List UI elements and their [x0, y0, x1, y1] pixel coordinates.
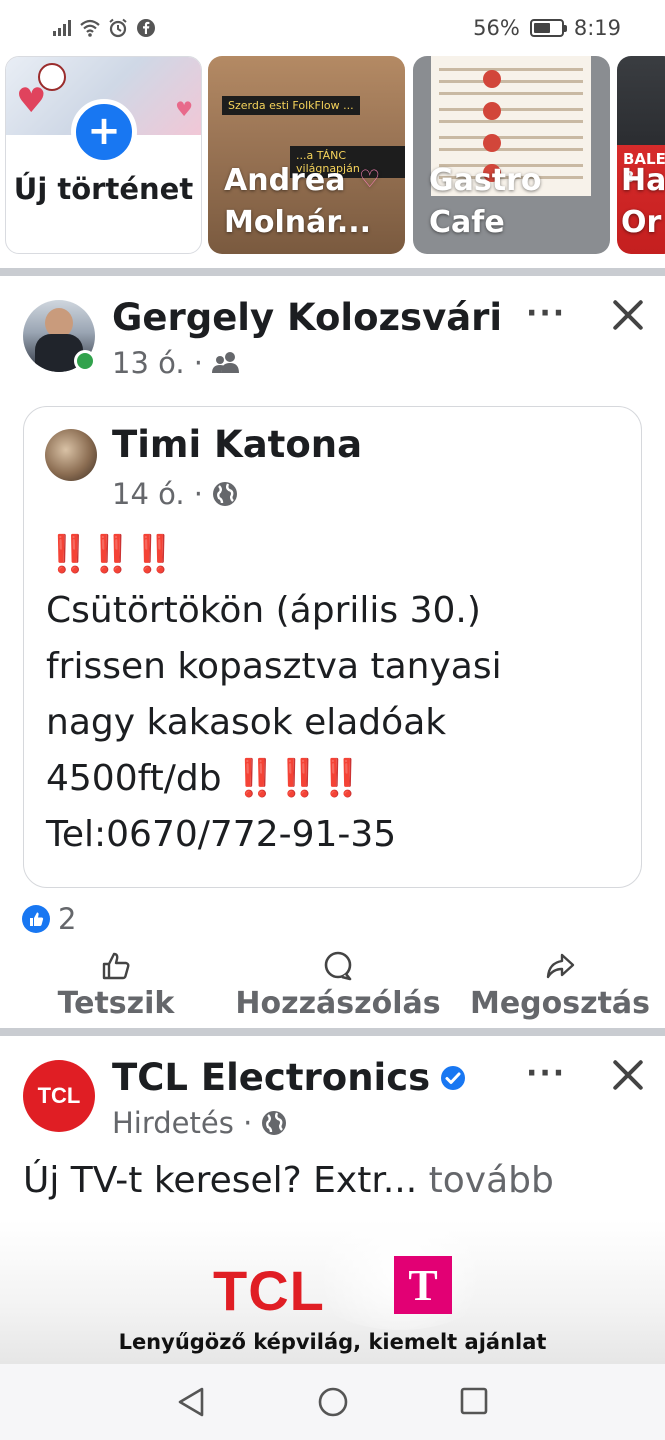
- new-story-label: Új történet: [13, 172, 194, 206]
- story-card-partial[interactable]: BALESE B Ha Or: [617, 56, 665, 254]
- feed-separator: [0, 1028, 665, 1036]
- ad-meta: Hirdetés ·: [112, 1106, 288, 1140]
- create-story-card[interactable]: ♥ ♥ + Új történet: [5, 56, 202, 254]
- post-meta: 13 ó. ·: [112, 346, 241, 380]
- hide-post-button[interactable]: [611, 298, 645, 332]
- ad-text: Új TV-t keresel? Extr... tovább: [23, 1160, 554, 1201]
- system-navigation-bar: [0, 1364, 665, 1440]
- feed-separator: [0, 268, 665, 276]
- advertiser-avatar[interactable]: TCL: [23, 1060, 95, 1132]
- comment-button[interactable]: Hozzászólás: [235, 950, 441, 1028]
- stories-tray: ♥ ♥ + Új történet Szerda esti FolkFlow .…: [0, 56, 665, 262]
- advertiser-name[interactable]: TCL Electronics: [112, 1056, 430, 1099]
- advertiser-name-row: TCL Electronics: [112, 1056, 466, 1099]
- story-card-andrea[interactable]: Szerda esti FolkFlow ... ...a TÁNC világ…: [208, 56, 405, 254]
- post-line: Csütörtökön (április 30.): [46, 590, 481, 631]
- post-line: nagy kakasok eladóak: [46, 702, 447, 743]
- tcl-logo-text: TCL: [37, 1083, 81, 1108]
- post-action-bar: Tetszik Hozzászólás Megosztás: [0, 950, 665, 1028]
- status-bar: 56% 8:19: [0, 0, 665, 56]
- like-reaction-icon: [22, 905, 50, 933]
- clock: 8:19: [573, 16, 621, 40]
- online-indicator: [74, 350, 96, 372]
- shared-post-card[interactable]: Timi Katona 14 ó. · ‼️‼️‼️ Csütörtökön (…: [23, 406, 642, 888]
- tcl-brand-logo: TCL: [213, 1259, 325, 1322]
- reaction-count: 2: [58, 902, 77, 936]
- post-body: ‼️‼️‼️ Csütörtökön (április 30.) frissen…: [46, 527, 636, 863]
- friends-icon: [212, 352, 240, 373]
- globe-icon: [262, 1111, 287, 1135]
- signal-icon: [53, 20, 71, 36]
- more-options-button[interactable]: ···: [526, 296, 566, 331]
- story-author-label: Gastro Cafe: [429, 163, 542, 240]
- status-icons-left: [52, 18, 156, 38]
- plus-icon: +: [87, 107, 121, 154]
- shared-author-name[interactable]: Timi Katona: [112, 423, 362, 466]
- post-line: frissen kopasztva tanyasi: [46, 646, 502, 687]
- more-options-button[interactable]: ···: [526, 1056, 566, 1091]
- heart-icon: ♡: [359, 165, 381, 193]
- status-icons-right: 56% 8:19: [473, 16, 621, 40]
- heart-decoration: ♥: [16, 81, 47, 121]
- shared-author-avatar[interactable]: [45, 429, 97, 481]
- share-icon: [546, 953, 575, 979]
- story-banner: Szerda esti FolkFlow ...: [222, 96, 360, 115]
- comment-icon: [324, 951, 352, 981]
- alarm-icon: [109, 18, 127, 38]
- add-story-button[interactable]: +: [71, 99, 137, 165]
- hide-ad-button[interactable]: [611, 1058, 645, 1092]
- like-button[interactable]: Tetszik: [56, 950, 176, 1028]
- verified-badge-icon: [441, 1065, 466, 1090]
- sponsored-label: Hirdetés ·: [112, 1106, 253, 1140]
- ad-creative[interactable]: TCL T Lenyűgöző képvilág, kiemelt ajánla…: [0, 1220, 665, 1364]
- back-icon[interactable]: [176, 1386, 206, 1418]
- heart-decoration: ♥: [175, 97, 193, 121]
- like-label: Tetszik: [57, 986, 175, 1021]
- comment-label: Hozzászólás: [235, 986, 441, 1021]
- home-icon[interactable]: [317, 1386, 349, 1418]
- telekom-logo: T: [394, 1256, 452, 1314]
- see-more-link[interactable]: tovább: [429, 1160, 554, 1201]
- recents-icon[interactable]: [459, 1386, 489, 1416]
- story-author-label: Andrea Molnár... ♡: [224, 160, 397, 244]
- ad-tagline: Lenyűgöző képvilág, kiemelt ajánlat: [118, 1330, 547, 1354]
- globe-icon: [213, 482, 238, 506]
- story-author-label: Ha Or: [621, 163, 665, 240]
- double-exclamation-emojis: ‼️‼️‼️: [233, 758, 363, 799]
- post-time[interactable]: 13 ó. ·: [112, 346, 203, 380]
- battery-icon: [529, 19, 567, 37]
- share-label: Megosztás: [469, 986, 651, 1021]
- post-line: 4500ft/db ‼️‼️‼️: [46, 758, 364, 799]
- post-author-name[interactable]: Gergely Kolozsvári: [112, 296, 502, 339]
- battery-percent: 56%: [473, 16, 520, 40]
- double-exclamation-emojis: ‼️‼️‼️: [46, 534, 176, 575]
- shared-post-meta: 14 ó. ·: [112, 477, 239, 511]
- reaction-summary[interactable]: 2: [22, 902, 76, 936]
- wifi-icon: [80, 19, 100, 37]
- facebook-notification-icon: [137, 19, 155, 37]
- post-line-phone: Tel:0670/772-91-35: [46, 814, 397, 855]
- story-card-gastro[interactable]: Gastro Cafe: [413, 56, 610, 254]
- share-button[interactable]: Megosztás: [470, 950, 650, 1028]
- thumbs-up-icon: [102, 952, 130, 980]
- shared-post-time[interactable]: 14 ó. ·: [112, 477, 203, 511]
